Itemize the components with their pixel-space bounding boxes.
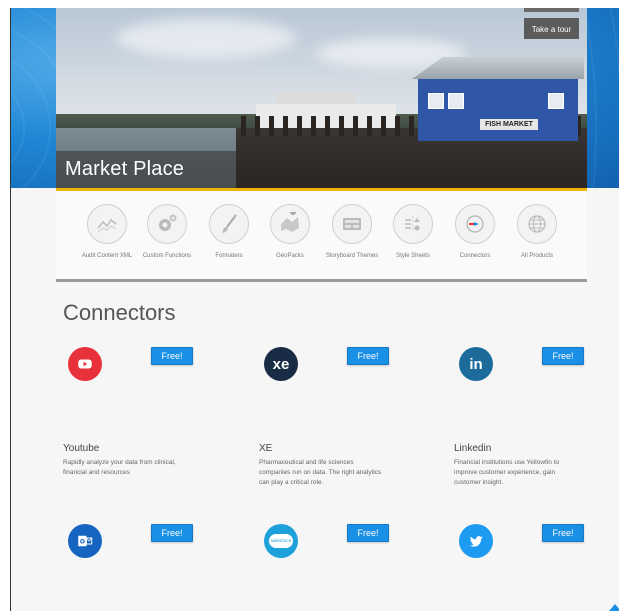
chart-icon	[87, 204, 127, 244]
hero-banner: FISH MARKET Market Place	[56, 8, 587, 191]
category-custom-functions[interactable]: Custom Functions	[136, 204, 198, 259]
globe-icon	[517, 204, 557, 244]
brush-icon	[209, 204, 249, 244]
connector-card-linkedin[interactable]: in Free! Linkedin Financial institutions…	[454, 347, 619, 497]
category-label: All Products	[520, 253, 553, 259]
category-label: Storyboard Themes	[325, 253, 379, 259]
fish-market-building: FISH MARKET	[412, 57, 584, 141]
connector-card-twitter[interactable]: Free!	[454, 524, 619, 584]
page: FISH MARKET Market Place Take a tour Aud…	[10, 8, 619, 611]
category-label: GeoPacks	[276, 253, 304, 259]
category-label: Style Sheets	[396, 253, 430, 259]
svg-text:O: O	[80, 539, 85, 546]
cloud	[116, 18, 296, 58]
stylesheet-icon	[393, 204, 433, 244]
category-label: Formaters	[215, 253, 243, 259]
take-tour-button[interactable]: Take a tour	[524, 18, 579, 39]
category-bar: Audit Content XML Custom Functions Forma…	[56, 191, 587, 282]
connector-name[interactable]: Linkedin	[454, 443, 491, 454]
free-button[interactable]: Free!	[347, 347, 389, 365]
connector-name[interactable]: Youtube	[63, 443, 99, 454]
category-connectors[interactable]: Connectors	[444, 204, 506, 259]
free-button[interactable]: Free!	[542, 347, 584, 365]
connector-card-salesforce[interactable]: salesforce Free!	[259, 524, 429, 584]
tour-tab	[524, 8, 579, 12]
salesforce-logo-text: salesforce	[269, 534, 293, 548]
connector-card-outlook[interactable]: O Free!	[63, 524, 233, 584]
youtube-icon	[68, 347, 102, 381]
category-formaters[interactable]: Formaters	[198, 204, 260, 259]
connector-card-xe[interactable]: xe Free! XE Pharmaceutical and life scie…	[259, 347, 429, 497]
connector-name[interactable]: XE	[259, 443, 272, 454]
connector-icon	[455, 204, 495, 244]
category-label: Audit Content XML	[81, 253, 133, 259]
linkedin-icon: in	[459, 347, 493, 381]
category-audit-content-xml[interactable]: Audit Content XML	[76, 204, 138, 259]
category-storyboard-themes[interactable]: Storyboard Themes	[321, 204, 383, 259]
free-button[interactable]: Free!	[542, 524, 584, 542]
twitter-icon	[459, 524, 493, 558]
market-sign: FISH MARKET	[480, 119, 538, 130]
category-label: Connectors	[459, 253, 491, 259]
outlook-icon: O	[68, 524, 102, 558]
storyboard-icon	[332, 204, 372, 244]
connector-description: Financial institutions use Yellowfin to …	[454, 459, 560, 486]
free-button[interactable]: Free!	[151, 524, 193, 542]
gears-icon	[147, 204, 187, 244]
connector-card-youtube[interactable]: Free! Youtube Rapidly analyze your data …	[63, 347, 233, 497]
page-title: Market Place	[65, 158, 185, 180]
scroll-to-top-icon[interactable]	[609, 604, 619, 611]
category-geopacks[interactable]: GeoPacks	[259, 204, 321, 259]
category-style-sheets[interactable]: Style Sheets	[382, 204, 444, 259]
connector-description: Pharmaceutical and life sciences compani…	[259, 459, 382, 486]
section-title: Connectors	[63, 300, 176, 325]
connector-description: Rapidly analyze your data from clinical,…	[63, 459, 176, 476]
map-pin-icon	[270, 204, 310, 244]
free-button[interactable]: Free!	[347, 524, 389, 542]
xe-icon: xe	[264, 347, 298, 381]
salesforce-icon: salesforce	[264, 524, 298, 558]
free-button[interactable]: Free!	[151, 347, 193, 365]
category-label: Custom Functions	[142, 253, 192, 259]
category-all-products[interactable]: All Products	[506, 204, 568, 259]
